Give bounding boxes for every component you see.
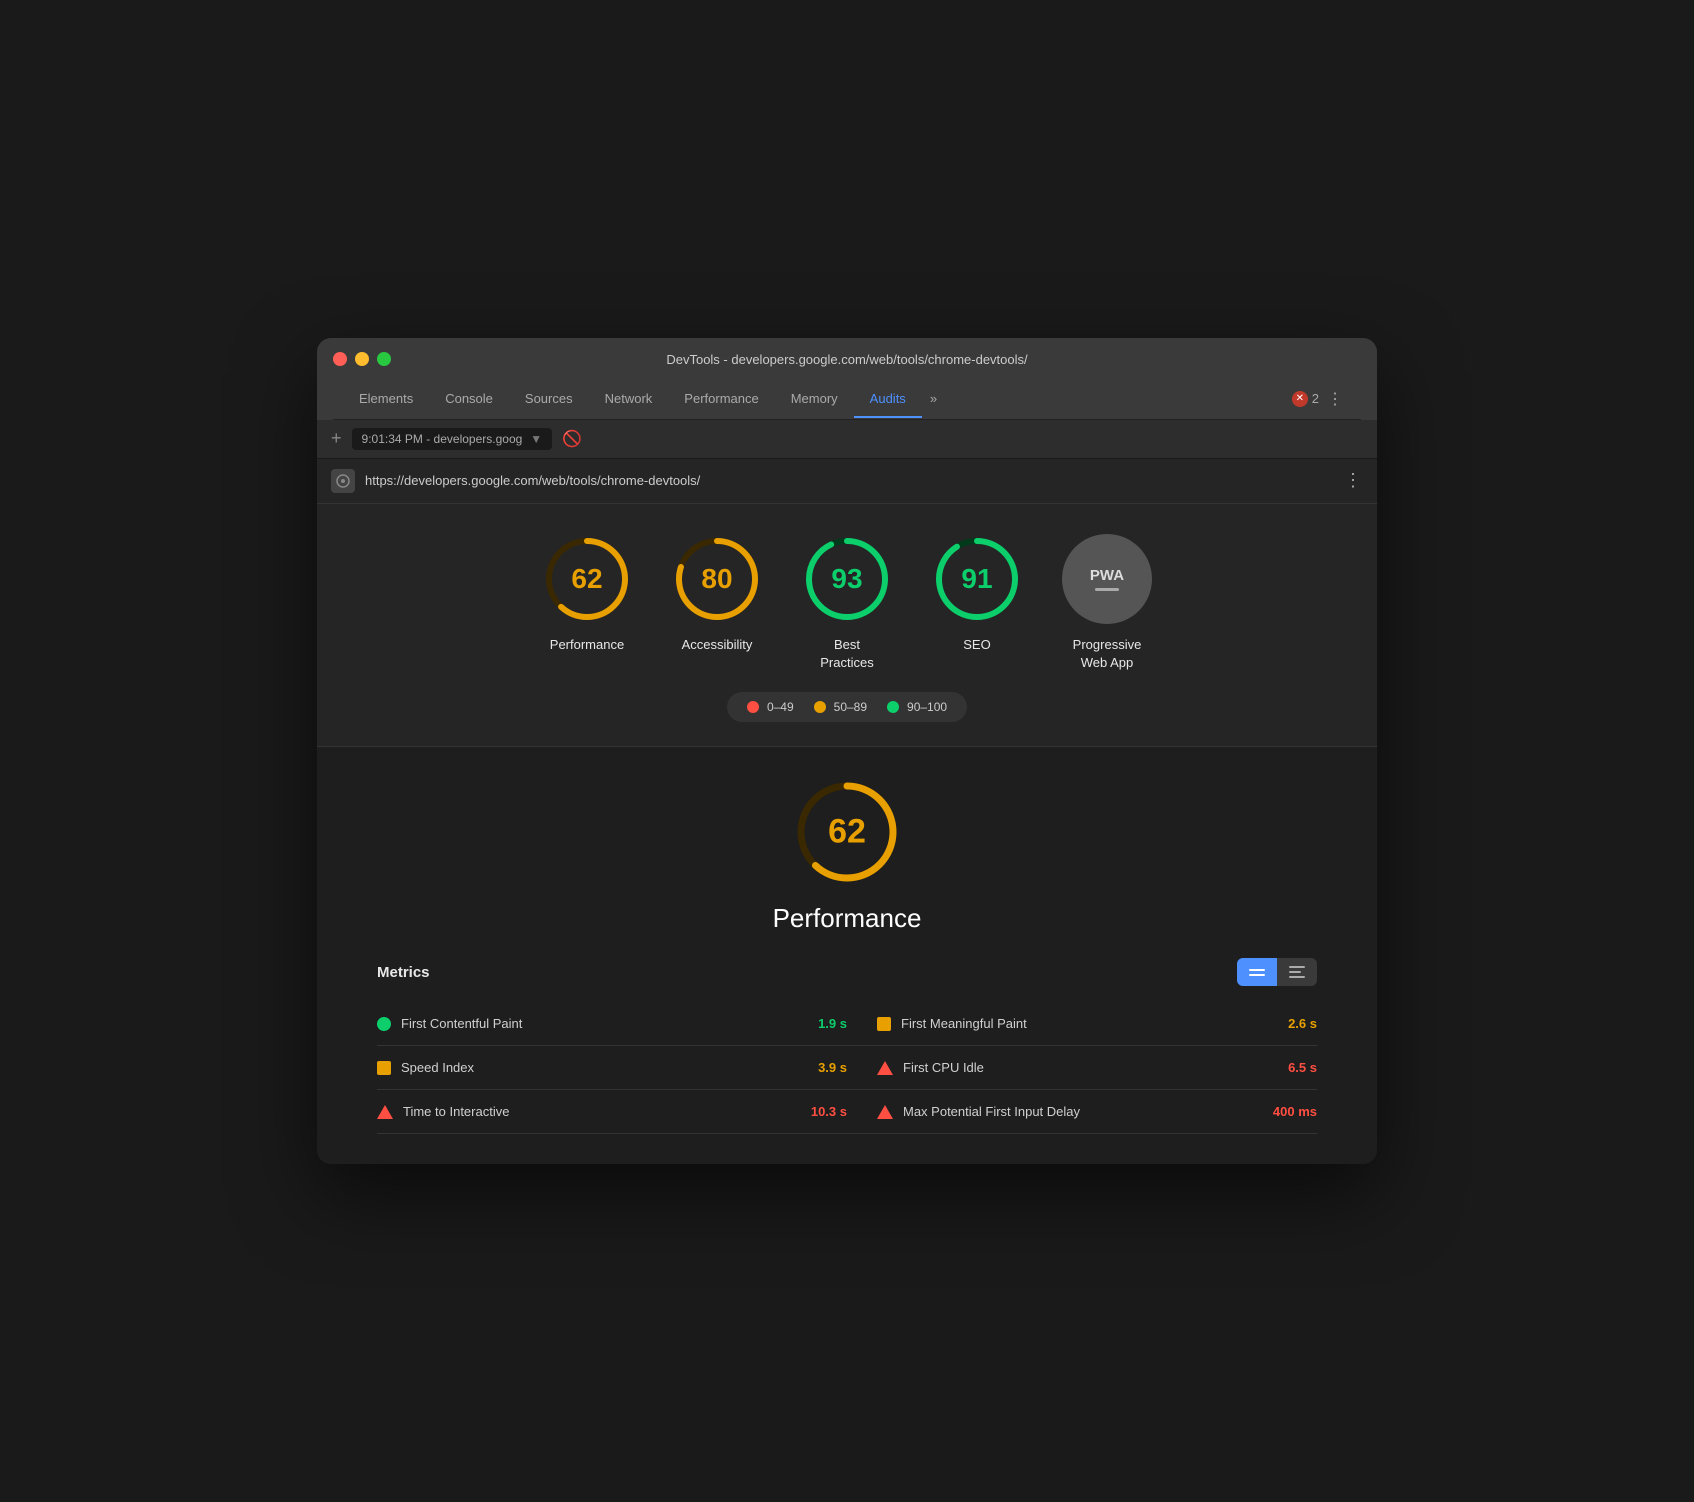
- best-practices-score: 93: [831, 563, 862, 595]
- tab-memory[interactable]: Memory: [775, 381, 854, 418]
- seo-label: SEO: [963, 636, 990, 654]
- perf-detail-title: Performance: [773, 903, 922, 934]
- fmp-name: First Meaningful Paint: [901, 1016, 1278, 1031]
- metric-fcp: First Contentful Paint 1.9 s: [377, 1002, 847, 1046]
- legend-label-green: 90–100: [907, 700, 947, 714]
- view-list-button[interactable]: [1277, 958, 1317, 986]
- tab-sources[interactable]: Sources: [509, 381, 589, 418]
- pwa-text: PWA: [1090, 567, 1124, 584]
- metrics-grid: First Contentful Paint 1.9 s Speed Index…: [377, 1002, 1317, 1134]
- tab-bar: Elements Console Sources Network Perform…: [333, 379, 1361, 420]
- legend: 0–49 50–89 90–100: [727, 692, 967, 722]
- window-controls: [333, 352, 391, 366]
- metrics-header: Metrics: [377, 958, 1317, 986]
- mpfid-icon: [877, 1105, 893, 1119]
- mpfid-name: Max Potential First Input Delay: [903, 1104, 1263, 1119]
- minimize-button[interactable]: [355, 352, 369, 366]
- view-grid-button[interactable]: [1237, 958, 1277, 986]
- address-bar: + 9:01:34 PM - developers.goog ▼ 🚫: [317, 420, 1377, 459]
- metric-tti: Time to Interactive 10.3 s: [377, 1090, 847, 1134]
- tab-elements[interactable]: Elements: [343, 381, 429, 418]
- fmp-icon: [877, 1017, 891, 1031]
- si-name: Speed Index: [401, 1060, 808, 1075]
- scores-row: 62 Performance 80 Accessibility: [542, 534, 1152, 672]
- address-url-container: 9:01:34 PM - developers.goog ▼: [352, 428, 553, 450]
- legend-green: 90–100: [887, 700, 947, 714]
- tab-network[interactable]: Network: [589, 381, 669, 418]
- metric-fci: First CPU Idle 6.5 s: [847, 1046, 1317, 1090]
- metric-mpfid: Max Potential First Input Delay 400 ms: [847, 1090, 1317, 1134]
- performance-score: 62: [571, 563, 602, 595]
- metrics-right-col: First Meaningful Paint 2.6 s First CPU I…: [847, 1002, 1317, 1134]
- score-seo[interactable]: 91 SEO: [932, 534, 1022, 654]
- fmp-value: 2.6 s: [1288, 1016, 1317, 1031]
- fcp-value: 1.9 s: [818, 1016, 847, 1031]
- title-bar: DevTools - developers.google.com/web/too…: [317, 338, 1377, 420]
- accessibility-score: 80: [701, 563, 732, 595]
- more-tabs-button[interactable]: »: [922, 381, 945, 416]
- new-tab-button[interactable]: +: [331, 428, 342, 449]
- perf-big-score: 62: [828, 813, 866, 852]
- page-bar-menu[interactable]: ⋮: [1344, 470, 1363, 491]
- score-pwa[interactable]: PWA ProgressiveWeb App: [1062, 534, 1152, 672]
- view-toggle[interactable]: [1237, 958, 1317, 986]
- legend-label-red: 0–49: [767, 700, 794, 714]
- tab-audits[interactable]: Audits: [854, 381, 922, 418]
- tab-performance[interactable]: Performance: [668, 381, 774, 418]
- maximize-button[interactable]: [377, 352, 391, 366]
- metrics-title: Metrics: [377, 964, 430, 981]
- perf-detail: 62 Performance Metrics: [317, 747, 1377, 1164]
- tti-value: 10.3 s: [811, 1104, 847, 1119]
- close-button[interactable]: [333, 352, 347, 366]
- legend-dot-green: [887, 701, 899, 713]
- page-bar: https://developers.google.com/web/tools/…: [317, 459, 1377, 504]
- tab-timestamp: 9:01:34 PM - developers.goog: [362, 432, 523, 446]
- devtools-menu-button[interactable]: ⋮: [1319, 379, 1351, 419]
- window-title: DevTools - developers.google.com/web/too…: [666, 352, 1027, 367]
- page-url: https://developers.google.com/web/tools/…: [365, 473, 700, 488]
- page-favicon: [331, 469, 355, 493]
- tti-icon: [377, 1105, 393, 1119]
- legend-orange: 50–89: [814, 700, 867, 714]
- fci-value: 6.5 s: [1288, 1060, 1317, 1075]
- score-best-practices[interactable]: 93 BestPractices: [802, 534, 892, 672]
- metric-si: Speed Index 3.9 s: [377, 1046, 847, 1090]
- performance-label: Performance: [550, 636, 624, 654]
- legend-dot-red: [747, 701, 759, 713]
- error-count: ✕ 2: [1292, 391, 1319, 407]
- tab-dropdown-button[interactable]: ▼: [530, 432, 542, 446]
- metric-fmp: First Meaningful Paint 2.6 s: [847, 1002, 1317, 1046]
- fci-icon: [877, 1061, 893, 1075]
- pwa-dash: [1095, 588, 1119, 591]
- legend-red: 0–49: [747, 700, 794, 714]
- perf-big-score-container: 62: [792, 777, 902, 887]
- pwa-circle: PWA: [1062, 534, 1152, 624]
- metrics-section: Metrics: [337, 958, 1357, 1134]
- accessibility-label: Accessibility: [682, 636, 753, 654]
- browser-window: DevTools - developers.google.com/web/too…: [317, 338, 1377, 1164]
- si-value: 3.9 s: [818, 1060, 847, 1075]
- tab-console[interactable]: Console: [429, 381, 509, 418]
- scores-section: 62 Performance 80 Accessibility: [317, 504, 1377, 747]
- error-number: 2: [1312, 391, 1319, 406]
- pwa-label: ProgressiveWeb App: [1073, 636, 1142, 672]
- fcp-name: First Contentful Paint: [401, 1016, 808, 1031]
- fcp-icon: [377, 1017, 391, 1031]
- best-practices-label: BestPractices: [820, 636, 873, 672]
- mpfid-value: 400 ms: [1273, 1104, 1317, 1119]
- grid-icon: [1249, 969, 1265, 976]
- fci-name: First CPU Idle: [903, 1060, 1278, 1075]
- legend-label-orange: 50–89: [834, 700, 867, 714]
- list-icon: [1289, 966, 1305, 978]
- legend-dot-orange: [814, 701, 826, 713]
- tti-name: Time to Interactive: [403, 1104, 801, 1119]
- score-performance[interactable]: 62 Performance: [542, 534, 632, 654]
- seo-score: 91: [961, 563, 992, 595]
- metrics-left-col: First Contentful Paint 1.9 s Speed Index…: [377, 1002, 847, 1134]
- score-accessibility[interactable]: 80 Accessibility: [672, 534, 762, 654]
- si-icon: [377, 1061, 391, 1075]
- block-icon[interactable]: 🚫: [562, 429, 582, 449]
- error-badge: ✕: [1292, 391, 1308, 407]
- main-panel: 62 Performance 80 Accessibility: [317, 504, 1377, 1164]
